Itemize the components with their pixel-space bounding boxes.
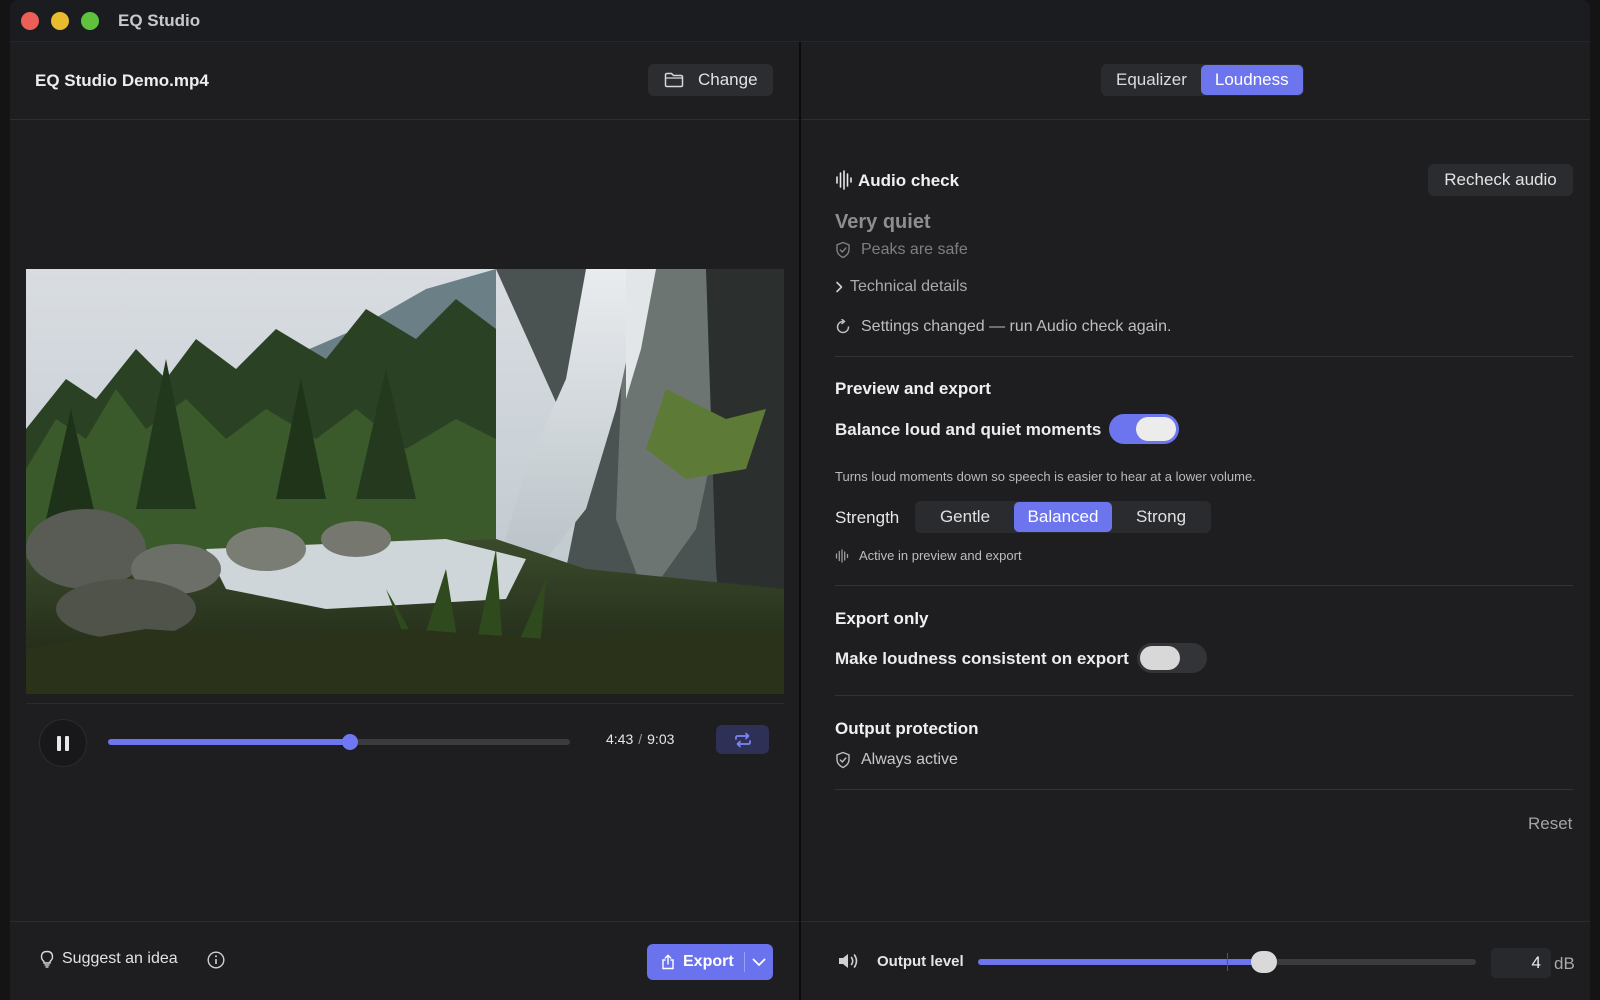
loop-button[interactable] [716, 725, 769, 754]
app-window: EQ Studio EQ Studio Demo.mp4 Change 4:43… [10, 0, 1590, 1000]
tab-loudness[interactable]: Loudness [1200, 65, 1303, 95]
pause-button[interactable] [39, 719, 87, 767]
waveform-icon [835, 548, 849, 563]
chevron-down-icon [752, 958, 766, 966]
seek-handle[interactable] [341, 734, 358, 750]
strength-strong[interactable]: Strong [1112, 502, 1210, 532]
share-icon [662, 954, 674, 970]
output-level-handle[interactable] [1250, 951, 1277, 973]
divider [835, 695, 1573, 696]
repeat-icon [734, 732, 751, 747]
output-protection-title: Output protection [835, 719, 979, 738]
technical-details-disclosure[interactable]: Technical details [835, 278, 967, 296]
pause-icon-bar [65, 735, 69, 751]
active-note-label: Active in preview and export [859, 548, 1022, 563]
technical-details-label: Technical details [850, 278, 968, 295]
playback-time: 4:43/9:03 [606, 731, 674, 747]
shield-check-icon [836, 751, 850, 769]
divider [801, 921, 1590, 922]
divider [10, 119, 799, 120]
output-protection-status: Always active [835, 751, 958, 769]
media-pane: EQ Studio Demo.mp4 Change 4:43 / 9:03 Su… [10, 42, 799, 1000]
lightbulb-icon [40, 950, 54, 968]
export-label: Export [683, 953, 734, 970]
divider [835, 789, 1573, 790]
zoom-window-button[interactable] [81, 12, 99, 30]
time-separator: / [638, 731, 643, 747]
speaker-icon [839, 954, 858, 968]
mode-tabs: Equalizer Loudness [1101, 64, 1304, 96]
waveform-icon [836, 170, 852, 190]
output-level-unit: dB [1554, 954, 1575, 973]
divider [26, 703, 784, 704]
output-level-fill [978, 959, 1264, 965]
strength-label: Strength [835, 508, 900, 527]
info-icon[interactable] [207, 951, 225, 969]
export-options-button[interactable] [745, 944, 773, 980]
divider [835, 356, 1573, 357]
settings-pane: Equalizer Loudness Audio check Recheck a… [801, 42, 1590, 1000]
total-time: 9:03 [647, 731, 675, 747]
title-bar: EQ Studio [10, 0, 1590, 42]
shield-check-icon [836, 241, 850, 259]
export-only-title: Export only [835, 609, 929, 628]
strength-balanced[interactable]: Balanced [1014, 502, 1112, 532]
suggest-idea-button[interactable]: Suggest an idea [40, 950, 178, 968]
export-main-button[interactable]: Export [647, 944, 744, 980]
strength-gentle[interactable]: Gentle [916, 502, 1014, 532]
peaks-label: Peaks are safe [861, 241, 968, 258]
seek-progress [108, 739, 350, 745]
toggle-knob [1136, 417, 1176, 441]
suggest-idea-label: Suggest an idea [62, 950, 178, 967]
loudness-status: Very quiet [835, 211, 931, 233]
divider [10, 921, 799, 922]
chevron-right-icon [836, 281, 843, 293]
divider [801, 119, 1590, 120]
export-button[interactable]: Export [647, 944, 773, 980]
balance-label: Balance loud and quiet moments [835, 420, 1102, 439]
output-level-input[interactable]: 4 [1491, 948, 1551, 978]
settings-changed-label: Settings changed — run Audio check again… [861, 318, 1172, 335]
close-window-button[interactable] [21, 12, 39, 30]
balance-toggle[interactable] [1109, 414, 1179, 444]
consistent-loudness-toggle[interactable] [1137, 643, 1207, 673]
change-file-button[interactable]: Change [648, 64, 773, 96]
recheck-audio-button[interactable]: Recheck audio [1428, 164, 1573, 196]
preview-export-title: Preview and export [835, 379, 991, 398]
refresh-icon [836, 319, 850, 334]
video-preview[interactable] [26, 269, 784, 694]
waterfall-video-frame [26, 269, 784, 694]
minimize-window-button[interactable] [51, 12, 69, 30]
strength-selector: Gentle Balanced Strong [915, 501, 1211, 533]
output-level-slider[interactable] [978, 951, 1476, 973]
output-level-label: Output level [877, 953, 964, 970]
change-file-label: Change [698, 70, 758, 89]
output-protection-label: Always active [861, 751, 958, 768]
app-title: EQ Studio [118, 11, 201, 30]
peaks-status: Peaks are safe [835, 241, 968, 259]
toggle-knob [1140, 646, 1180, 670]
folder-icon [664, 72, 684, 88]
output-level-center-tick [1227, 953, 1228, 971]
tab-equalizer[interactable]: Equalizer [1102, 65, 1201, 95]
current-time: 4:43 [606, 731, 634, 747]
audio-check-title: Audio check [858, 171, 960, 190]
reset-button[interactable]: Reset [1528, 814, 1572, 834]
consistent-loudness-label: Make loudness consistent on export [835, 649, 1129, 668]
pause-icon-bar [57, 735, 61, 751]
balance-description: Turns loud moments down so speech is eas… [835, 469, 1256, 484]
active-note: Active in preview and export [835, 548, 1022, 563]
settings-changed-notice: Settings changed — run Audio check again… [835, 318, 1171, 336]
divider [835, 585, 1573, 586]
file-name: EQ Studio Demo.mp4 [35, 71, 209, 90]
seek-slider[interactable] [108, 734, 570, 750]
